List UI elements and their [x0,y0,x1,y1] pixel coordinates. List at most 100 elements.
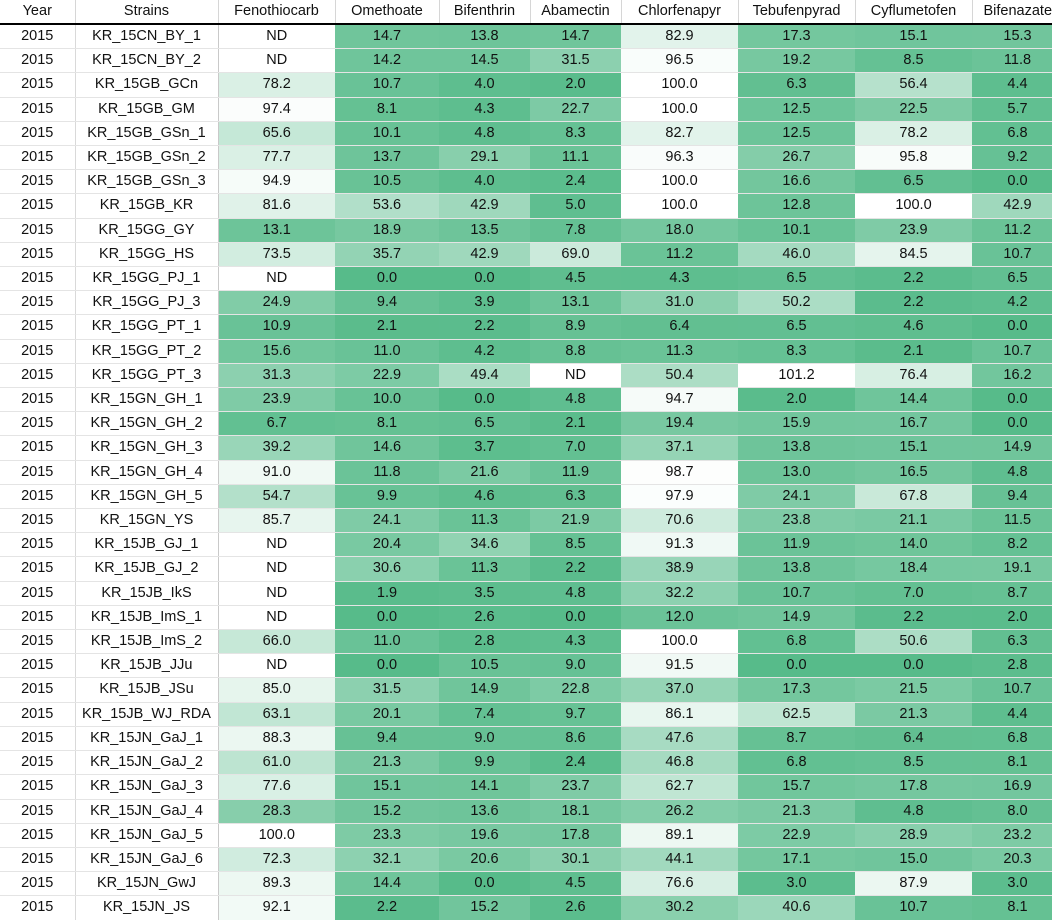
cell-bifenazate[interactable]: 16.2 [972,363,1052,389]
cell-chlorfenapyr[interactable]: 100.0 [621,97,738,122]
cell-year[interactable]: 2015 [0,169,76,195]
cell-chlorfenapyr[interactable]: 89.1 [621,823,738,848]
cell-bifenthrin[interactable]: 11.3 [439,508,530,534]
cell-bifenazate[interactable]: 9.2 [972,145,1052,171]
cell-bifenazate[interactable]: 42.9 [972,193,1052,219]
cell-cyflumetofen[interactable]: 8.5 [855,750,972,776]
cell-bifenthrin[interactable]: 0.0 [439,871,530,897]
cell-strain[interactable]: KR_15JN_GaJ_4 [75,799,219,824]
cell-cyflumetofen[interactable]: 10.7 [855,895,972,920]
table-row[interactable]: 2015 KR_15JN_GaJ_2 61.0 21.3 9.9 2.4 46.8 6.8 8.… [0,750,1052,776]
cell-fenothiocarb[interactable]: 28.3 [218,799,335,824]
cell-tebufenpyrad[interactable]: 10.1 [738,218,855,243]
cell-cyflumetofen[interactable]: 4.6 [855,314,972,340]
cell-fenothiocarb[interactable]: 6.7 [218,411,335,437]
cell-bifenthrin[interactable]: 3.5 [439,581,530,606]
cell-strain[interactable]: KR_15CN_BY_1 [75,24,219,50]
cell-tebufenpyrad[interactable]: 6.5 [738,314,855,340]
cell-cyflumetofen[interactable]: 22.5 [855,97,972,122]
cell-bifenazate[interactable]: 10.7 [972,339,1052,364]
cell-year[interactable]: 2015 [0,726,76,752]
cell-bifenthrin[interactable]: 21.6 [439,460,530,485]
cell-bifenazate[interactable]: 2.8 [972,653,1052,679]
table-row[interactable]: 2015 KR_15JB_JSu 85.0 31.5 14.9 22.8 37.0 17.3 2… [0,677,1052,703]
cell-fenothiocarb[interactable]: 10.9 [218,314,335,340]
cell-abamectin[interactable]: 2.0 [530,72,621,98]
cell-abamectin[interactable]: 4.5 [530,266,621,292]
cell-tebufenpyrad[interactable]: 6.5 [738,266,855,292]
cell-bifenazate[interactable]: 11.8 [972,48,1052,74]
cell-abamectin[interactable]: 8.3 [530,121,621,147]
cell-abamectin[interactable]: 69.0 [530,242,621,268]
cell-abamectin[interactable]: 2.2 [530,556,621,582]
cell-fenothiocarb[interactable]: ND [218,581,335,606]
cell-year[interactable]: 2015 [0,363,76,389]
cell-abamectin[interactable]: 11.9 [530,460,621,485]
cell-bifenazate[interactable]: 6.8 [972,121,1052,147]
cell-omethoate[interactable]: 13.7 [335,145,439,171]
cell-cyflumetofen[interactable]: 21.5 [855,677,972,703]
cell-year[interactable]: 2015 [0,847,76,873]
cell-tebufenpyrad[interactable]: 12.5 [738,97,855,122]
cell-bifenthrin[interactable]: 14.9 [439,677,530,703]
cell-year[interactable]: 2015 [0,556,76,582]
cell-chlorfenapyr[interactable]: 82.7 [621,121,738,147]
cell-abamectin[interactable]: 21.9 [530,508,621,534]
cell-strain[interactable]: KR_15JB_ImS_1 [75,605,219,631]
cell-chlorfenapyr[interactable]: 44.1 [621,847,738,873]
cell-year[interactable]: 2015 [0,653,76,679]
cell-omethoate[interactable]: 0.0 [335,266,439,292]
cell-tebufenpyrad[interactable]: 26.7 [738,145,855,171]
cell-omethoate[interactable]: 22.9 [335,363,439,389]
cell-abamectin[interactable]: 30.1 [530,847,621,873]
cell-omethoate[interactable]: 24.1 [335,508,439,534]
cell-year[interactable]: 2015 [0,145,76,171]
cell-fenothiocarb[interactable]: 24.9 [218,290,335,316]
cell-abamectin[interactable]: 8.8 [530,339,621,364]
cell-cyflumetofen[interactable]: 21.3 [855,702,972,727]
cell-omethoate[interactable]: 32.1 [335,847,439,873]
cell-bifenazate[interactable]: 14.9 [972,435,1052,461]
cell-abamectin[interactable]: 13.1 [530,290,621,316]
cell-chlorfenapyr[interactable]: 46.8 [621,750,738,776]
cell-abamectin[interactable]: 4.5 [530,871,621,897]
cell-cyflumetofen[interactable]: 8.5 [855,48,972,74]
cell-bifenazate[interactable]: 6.5 [972,266,1052,292]
cell-omethoate[interactable]: 0.0 [335,653,439,679]
cell-bifenazate[interactable]: 3.0 [972,871,1052,897]
cell-year[interactable]: 2015 [0,605,76,631]
table-row[interactable]: 2015 KR_15GB_GSn_3 94.9 10.5 4.0 2.4 100.0 16.6… [0,169,1052,195]
column-header-chlorfenapyr[interactable]: Chlorfenapyr [621,0,739,25]
cell-strain[interactable]: KR_15GN_GH_2 [75,411,219,437]
cell-tebufenpyrad[interactable]: 21.3 [738,799,855,824]
table-row[interactable]: 2015 KR_15JN_GaJ_6 72.3 32.1 20.6 30.1 44.1 17.… [0,847,1052,873]
cell-omethoate[interactable]: 9.9 [335,484,439,510]
table-row[interactable]: 2015 KR_15GB_GSn_1 65.6 10.1 4.8 8.3 82.7 12.5 7… [0,121,1052,147]
cell-tebufenpyrad[interactable]: 13.8 [738,556,855,582]
cell-omethoate[interactable]: 35.7 [335,242,439,268]
cell-year[interactable]: 2015 [0,460,76,485]
cell-cyflumetofen[interactable]: 84.5 [855,242,972,268]
cell-strain[interactable]: KR_15GN_YS [75,508,219,534]
cell-cyflumetofen[interactable]: 6.5 [855,169,972,195]
cell-cyflumetofen[interactable]: 14.0 [855,532,972,558]
cell-tebufenpyrad[interactable]: 22.9 [738,823,855,848]
cell-omethoate[interactable]: 9.4 [335,290,439,316]
cell-tebufenpyrad[interactable]: 6.3 [738,72,855,98]
cell-strain[interactable]: KR_15JN_GaJ_2 [75,750,219,776]
table-row[interactable]: 2015 KR_15GB_GM 97.4 8.1 4.3 22.7 100.0 12.5 22.… [0,97,1052,122]
cell-bifenazate[interactable]: 6.3 [972,629,1052,655]
table-row[interactable]: 2015 KR_15GG_PJ_1 ND 0.0 0.0 4.5 4.3 6.5 2.2 6.5 [0,266,1052,292]
cell-chlorfenapyr[interactable]: 18.0 [621,218,738,243]
cell-strain[interactable]: KR_15GB_GSn_3 [75,169,219,195]
cell-bifenthrin[interactable]: 4.6 [439,484,530,510]
cell-strain[interactable]: KR_15JN_GaJ_6 [75,847,219,873]
cell-cyflumetofen[interactable]: 67.8 [855,484,972,510]
cell-strain[interactable]: KR_15GG_PT_3 [75,363,219,389]
cell-year[interactable]: 2015 [0,97,76,122]
cell-bifenthrin[interactable]: 49.4 [439,363,530,389]
column-header-cyflumetofen[interactable]: Cyflumetofen [855,0,973,25]
cell-bifenthrin[interactable]: 2.2 [439,314,530,340]
cell-tebufenpyrad[interactable]: 6.8 [738,629,855,655]
table-row[interactable]: 2015 KR_15GG_PT_3 31.3 22.9 49.4 ND 50.4 101.2 7… [0,363,1052,389]
